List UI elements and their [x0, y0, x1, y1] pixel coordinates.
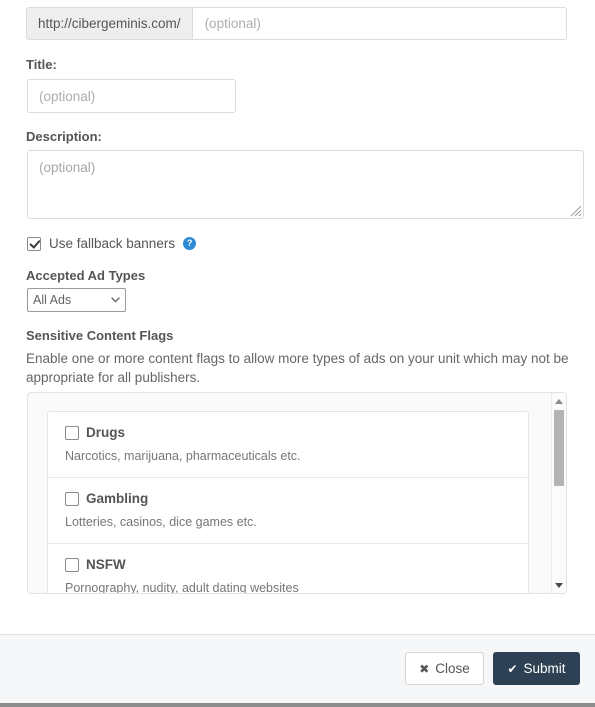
url-prefix-addon: http://cibergeminis.com/: [26, 7, 192, 40]
list-item[interactable]: Drugs Narcotics, marijuana, pharmaceutic…: [48, 412, 528, 478]
submit-button-label: Submit: [523, 661, 566, 676]
flag-checkbox-gambling[interactable]: [65, 491, 79, 506]
title-label: Title:: [26, 57, 57, 72]
sensitive-flags-list: Drugs Narcotics, marijuana, pharmaceutic…: [47, 411, 529, 594]
title-input[interactable]: [27, 79, 236, 113]
description-label: Description:: [26, 129, 102, 144]
flag-header: NSFW: [65, 557, 511, 572]
window-bottom-edge: [0, 703, 595, 707]
fallback-banners-checkbox[interactable]: [27, 236, 41, 251]
flag-header: Drugs: [65, 425, 511, 440]
scrollbar-thumb[interactable]: [554, 410, 564, 486]
description-wrapper: [27, 150, 584, 219]
flag-checkbox-drugs[interactable]: [65, 425, 79, 440]
modal-form-body: http://cibergeminis.com/ Title: Descript…: [0, 0, 595, 634]
check-mark-icon: ✔: [507, 661, 518, 676]
sensitive-flags-heading: Sensitive Content Flags: [26, 328, 174, 343]
sensitive-flags-container: Drugs Narcotics, marijuana, pharmaceutic…: [27, 392, 567, 594]
flag-name: Gambling: [86, 491, 149, 506]
url-path-input[interactable]: [191, 7, 567, 40]
close-button-label: Close: [435, 661, 470, 676]
flag-description: Narcotics, marijuana, pharmaceuticals et…: [65, 449, 301, 463]
question-circle-icon[interactable]: ?: [183, 237, 197, 250]
flag-name: Drugs: [86, 425, 126, 440]
accepted-ad-types-select[interactable]: All Ads: [27, 288, 126, 312]
close-button[interactable]: ✖ Close: [405, 652, 484, 685]
flag-checkbox-nsfw[interactable]: [65, 557, 79, 572]
x-mark-icon: ✖: [419, 661, 430, 676]
url-input-group: http://cibergeminis.com/: [26, 7, 567, 40]
accepted-ad-types-label: Accepted Ad Types: [26, 268, 146, 283]
accepted-ad-types-wrapper: All Ads: [27, 288, 126, 312]
description-textarea[interactable]: [27, 150, 584, 219]
submit-button[interactable]: ✔ Submit: [493, 652, 580, 685]
fallback-banners-label: Use fallback banners: [49, 236, 176, 251]
list-item[interactable]: NSFW Pornography, nudity, adult dating w…: [48, 544, 528, 594]
flags-scrollbar[interactable]: [551, 393, 566, 593]
scroll-down-arrow-icon[interactable]: [552, 578, 566, 592]
fallback-banners-row[interactable]: Use fallback banners ?: [27, 236, 197, 251]
scroll-up-arrow-icon[interactable]: [552, 394, 566, 408]
list-item[interactable]: Gambling Lotteries, casinos, dice games …: [48, 478, 528, 544]
flag-description: Lotteries, casinos, dice games etc.: [65, 515, 257, 529]
flag-description: Pornography, nudity, adult dating websit…: [65, 581, 299, 594]
flag-name: NSFW: [86, 557, 126, 572]
flag-header: Gambling: [65, 491, 511, 506]
sensitive-flags-description: Enable one or more content flags to allo…: [26, 351, 569, 385]
